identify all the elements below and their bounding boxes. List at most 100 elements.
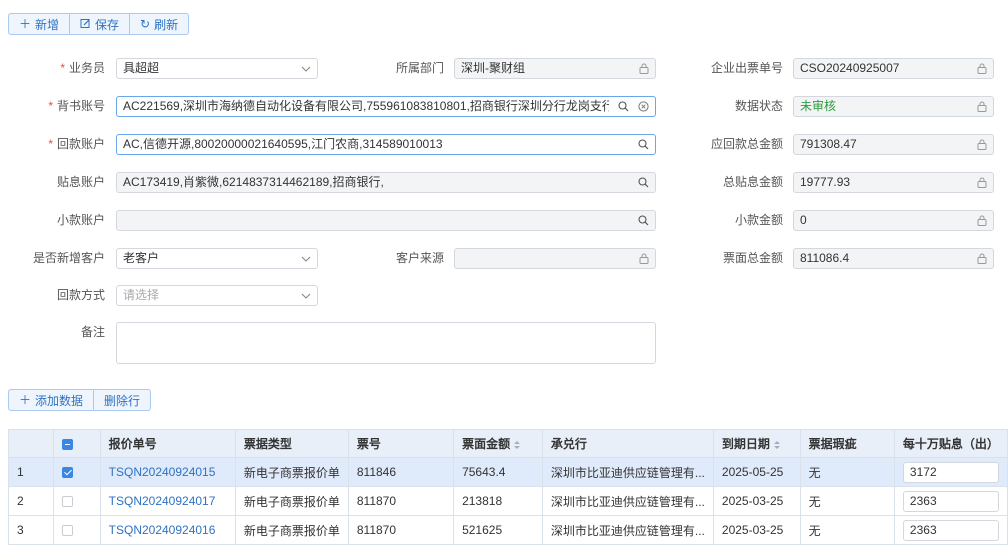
return-method-label: 回款方式 xyxy=(56,288,105,302)
bill-type-cell: 新电子商票报价单 xyxy=(234,486,349,516)
refresh-button[interactable]: ↻ 刷新 xyxy=(130,13,190,35)
delete-row-label: 删除行 xyxy=(104,393,141,408)
face-amount-cell: 75643.4 xyxy=(453,457,543,487)
header-bill-no: 票号 xyxy=(347,429,455,458)
edit-icon xyxy=(80,18,91,31)
endorse-account-field[interactable]: AC221569,深圳市海纳德自动化设备有限公司,755961083810801… xyxy=(116,96,656,117)
lock-icon xyxy=(977,253,987,264)
delete-row-button[interactable]: 删除行 xyxy=(94,389,152,411)
row-checkbox[interactable] xyxy=(61,467,73,479)
return-method-select[interactable]: 请选择 xyxy=(116,285,318,306)
bill-type-cell: 新电子商票报价单 xyxy=(234,515,349,545)
discount-rate-input[interactable]: 2363 xyxy=(902,490,999,512)
new-customer-select[interactable]: 老客户 xyxy=(116,248,318,269)
discount-account-label: 贴息账户 xyxy=(56,175,105,189)
discount-rate-cell: 2363 xyxy=(893,486,1008,516)
save-button-label: 保存 xyxy=(95,17,120,32)
row-checkbox[interactable] xyxy=(61,525,73,537)
refresh-button-label: 刷新 xyxy=(154,17,179,32)
small-amount-field: 0 xyxy=(793,210,994,231)
sort-icon[interactable] xyxy=(773,440,780,449)
acceptor-cell: 深圳市比亚迪供应链管理有... xyxy=(541,457,714,487)
bill-type-cell: 新电子商票报价单 xyxy=(234,457,349,487)
table-row[interactable]: 3 TSQN20240924016 新电子商票报价单 811870 521625… xyxy=(8,515,1008,545)
data-status-field: 未审核 xyxy=(793,96,994,117)
quote-no-link[interactable]: TSQN20240924017 xyxy=(109,494,216,508)
row-index: 2 xyxy=(8,486,54,516)
table-header-row: 报价单号 票据类型 票号 票面金额 承兑行 到期日期 票据瑕疵 每十万贴息（出） xyxy=(8,429,1008,458)
add-data-button[interactable]: ＋ 添加数据 xyxy=(8,389,95,411)
header-discount-rate: 每十万贴息（出） xyxy=(893,429,1008,458)
lock-icon xyxy=(977,177,987,188)
endorse-account-label: * 背书账号 xyxy=(48,99,105,113)
search-icon[interactable] xyxy=(638,215,649,226)
acceptor-cell: 深圳市比亚迪供应链管理有... xyxy=(541,515,714,545)
discount-total-label: 总贴息金额 xyxy=(722,175,783,189)
discount-total-field: 19777.93 xyxy=(793,172,994,193)
quote-no-link[interactable]: TSQN20240924016 xyxy=(109,523,216,537)
discount-account-field[interactable]: AC173419,肖紫微,6214837314462189,招商银行, xyxy=(116,172,656,193)
new-customer-label: 是否新增客户 xyxy=(32,251,105,265)
face-amount-cell: 521625 xyxy=(453,515,543,545)
due-date-cell: 2025-03-25 xyxy=(712,515,801,545)
lock-icon xyxy=(977,101,987,112)
header-face-amount[interactable]: 票面金额 xyxy=(453,429,543,458)
row-index: 3 xyxy=(8,515,54,545)
discount-rate-input[interactable]: 3172 xyxy=(902,461,999,483)
due-date-cell: 2025-03-25 xyxy=(712,486,801,516)
lock-icon xyxy=(639,253,649,264)
row-checkbox[interactable] xyxy=(61,496,73,508)
small-amount-label: 小款金额 xyxy=(734,213,783,227)
remark-label: 备注 xyxy=(80,325,105,339)
chevron-down-icon xyxy=(301,256,311,262)
header-index xyxy=(8,429,54,458)
acceptor-cell: 深圳市比亚迪供应链管理有... xyxy=(541,486,714,516)
row-select[interactable] xyxy=(52,486,101,516)
plus-icon: ＋ xyxy=(19,393,32,407)
bill-no-cell: 811846 xyxy=(347,457,455,487)
search-icon[interactable] xyxy=(638,177,649,188)
chevron-down-icon xyxy=(301,66,311,72)
face-amount-cell: 213818 xyxy=(453,486,543,516)
small-account-field[interactable] xyxy=(116,210,656,231)
remark-textarea[interactable] xyxy=(116,322,656,364)
due-date-cell: 2025-05-25 xyxy=(712,457,801,487)
lock-icon xyxy=(639,63,649,74)
face-total-field: 811086.4 xyxy=(793,248,994,269)
salesman-select[interactable]: 具超超 xyxy=(116,58,318,79)
return-account-field[interactable]: AC,信德开源,80020000021640595,江门农商,314589010… xyxy=(116,134,656,155)
select-all-checkbox[interactable] xyxy=(61,438,73,450)
lock-icon xyxy=(977,63,987,74)
discount-rate-input[interactable]: 2363 xyxy=(902,519,999,541)
sort-icon[interactable] xyxy=(514,440,521,449)
search-icon[interactable] xyxy=(618,101,629,112)
defect-cell: 无 xyxy=(799,457,895,487)
quote-no-cell[interactable]: TSQN20240924015 xyxy=(99,457,236,487)
save-button[interactable]: 保存 xyxy=(70,13,131,35)
main-toolbar: ＋ 新增 保存 ↻ 刷新 xyxy=(8,13,190,35)
lock-icon xyxy=(977,139,987,150)
quote-no-link[interactable]: TSQN20240924015 xyxy=(109,465,216,479)
table-row[interactable]: 1 TSQN20240924015 新电子商票报价单 811846 75643.… xyxy=(8,457,1008,487)
header-acceptor: 承兑行 xyxy=(541,429,714,458)
row-select[interactable] xyxy=(52,515,101,545)
department-field: 深圳-聚财组 xyxy=(454,58,656,79)
search-icon[interactable] xyxy=(638,139,649,150)
row-select[interactable] xyxy=(52,457,101,487)
clear-icon[interactable] xyxy=(638,101,649,112)
invoice-no-label: 企业出票单号 xyxy=(710,61,783,75)
table-row[interactable]: 2 TSQN20240924017 新电子商票报价单 811870 213818… xyxy=(8,486,1008,516)
plus-icon: ＋ xyxy=(19,17,32,31)
discount-rate-cell: 3172 xyxy=(893,457,1008,487)
quote-no-cell[interactable]: TSQN20240924017 xyxy=(99,486,236,516)
header-select-all[interactable] xyxy=(52,429,101,458)
quote-table: 报价单号 票据类型 票号 票面金额 承兑行 到期日期 票据瑕疵 每十万贴息（出）… xyxy=(8,429,1008,545)
header-bill-type: 票据类型 xyxy=(234,429,349,458)
quote-no-cell[interactable]: TSQN20240924016 xyxy=(99,515,236,545)
header-due-date[interactable]: 到期日期 xyxy=(712,429,801,458)
header-defect: 票据瑕疵 xyxy=(799,429,895,458)
add-button[interactable]: ＋ 新增 xyxy=(8,13,71,35)
chevron-down-icon xyxy=(301,293,311,299)
department-label: 所属部门 xyxy=(395,61,444,75)
data-status-label: 数据状态 xyxy=(734,99,783,113)
